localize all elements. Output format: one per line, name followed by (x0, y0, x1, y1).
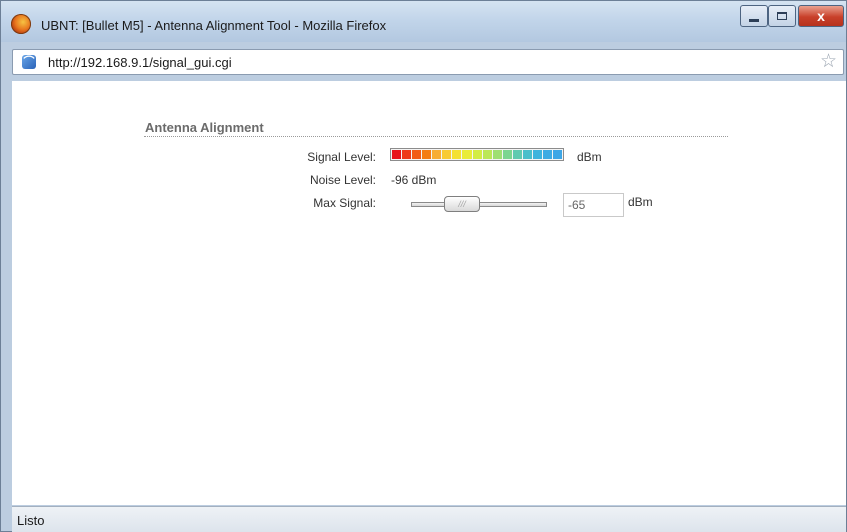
signal-meter-segment (542, 150, 552, 159)
signal-level-unit: dBm (577, 150, 602, 164)
signal-level-label: Signal Level: (307, 150, 376, 164)
page-content: Antenna Alignment Signal Level: dBm Nois… (12, 81, 846, 505)
title-bar[interactable]: UBNT: [Bullet M5] - Antenna Alignment To… (1, 1, 846, 42)
star-icon[interactable]: ☆ (820, 51, 837, 73)
signal-meter-segment (432, 150, 442, 159)
signal-meter-segment (553, 150, 563, 159)
signal-meter-segment (492, 150, 502, 159)
signal-meter-segment (482, 150, 492, 159)
signal-meter-segment (402, 150, 412, 159)
noise-level-label: Noise Level: (309, 173, 376, 187)
max-signal-input[interactable] (563, 193, 624, 217)
signal-meter-segment (472, 150, 482, 159)
section-divider (144, 136, 728, 137)
max-signal-slider-thumb[interactable]: /// (444, 196, 480, 212)
max-signal-label: Max Signal: (313, 196, 376, 210)
signal-meter-segment (462, 150, 472, 159)
maximize-icon (777, 12, 787, 20)
window-title: UBNT: [Bullet M5] - Antenna Alignment To… (41, 18, 387, 33)
signal-level-meter (390, 148, 564, 161)
minimize-button[interactable] (740, 5, 768, 27)
section-title: Antenna Alignment (145, 120, 264, 135)
minimize-icon (749, 18, 759, 22)
signal-meter-segment (522, 150, 532, 159)
max-signal-unit: dBm (628, 195, 653, 209)
noise-level-value: -96 dBm (391, 173, 437, 187)
signal-meter-segment (532, 150, 542, 159)
signal-meter-segment (412, 150, 422, 159)
firefox-logo-icon (11, 14, 31, 34)
rss-feed-icon[interactable]: ⌒ (22, 55, 36, 69)
close-button[interactable]: x (798, 5, 844, 27)
signal-meter-segment (442, 150, 452, 159)
signal-meter-segment (422, 150, 432, 159)
status-bar: Listo (12, 506, 846, 532)
browser-window: UBNT: [Bullet M5] - Antenna Alignment To… (0, 0, 847, 532)
signal-meter-segment (502, 150, 512, 159)
signal-meter-segment (512, 150, 522, 159)
close-icon: x (817, 8, 825, 24)
maximize-button[interactable] (768, 5, 796, 27)
signal-meter-segment (392, 150, 402, 159)
status-text: Listo (17, 513, 45, 528)
address-bar[interactable]: ⌒ http://192.168.9.1/signal_gui.cgi ☆ (12, 49, 844, 75)
signal-meter-segment (452, 150, 462, 159)
url-text[interactable]: http://192.168.9.1/signal_gui.cgi (48, 55, 232, 70)
